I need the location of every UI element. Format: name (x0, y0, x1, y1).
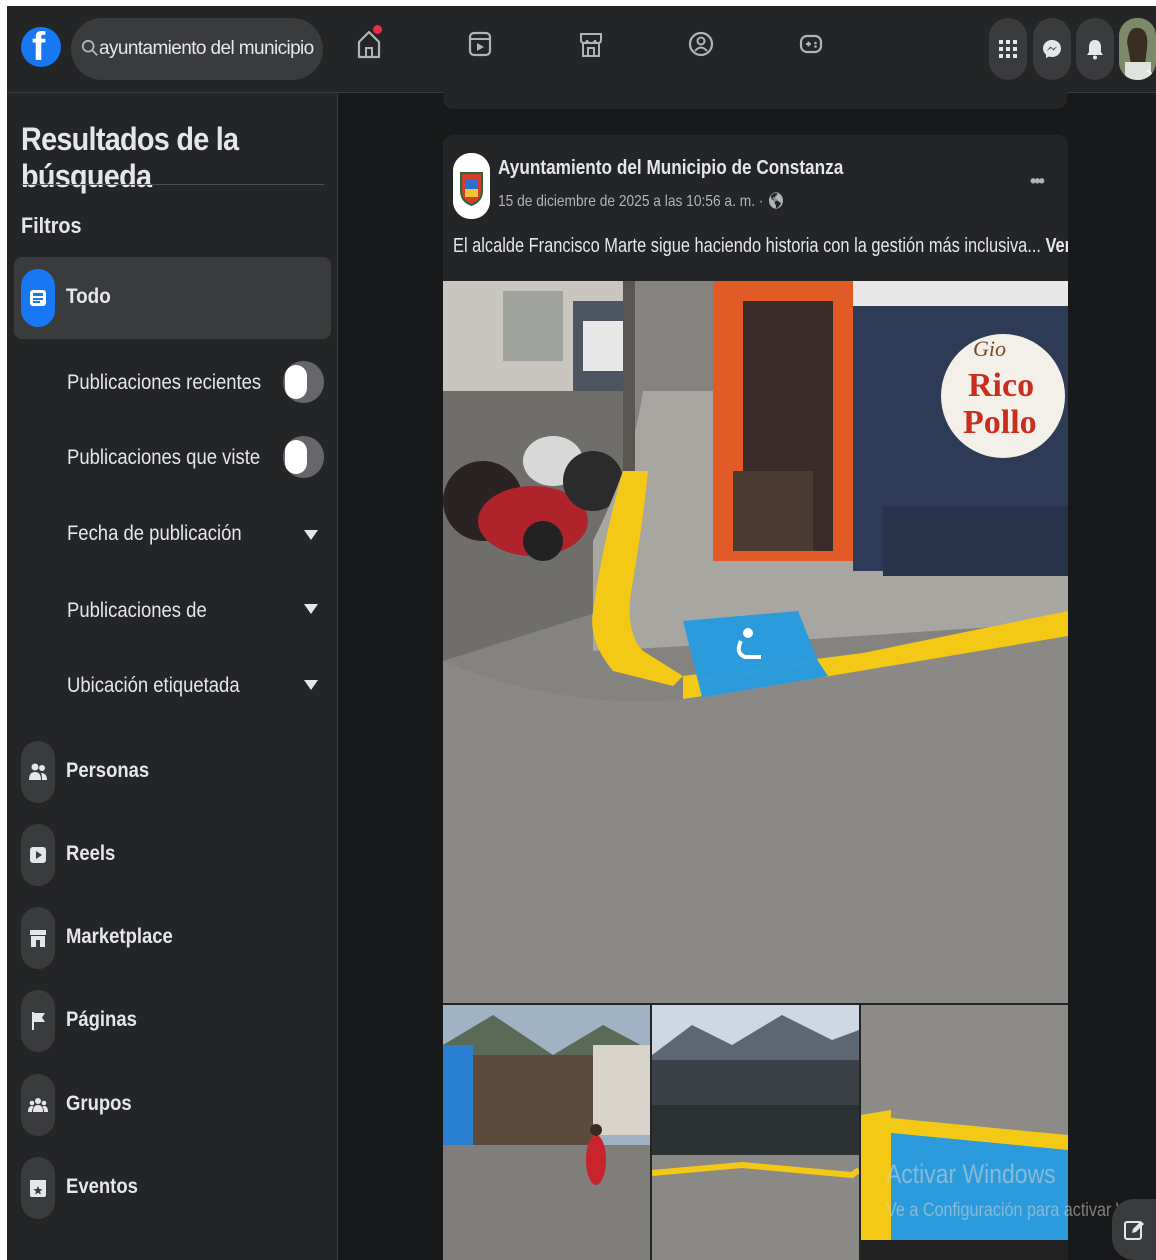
filters-heading: Filtros (21, 213, 82, 238)
post-text: El alcalde Francisco Marte sigue haciend… (453, 235, 1068, 258)
category-label: Personas (66, 759, 150, 782)
reels-icon (468, 31, 492, 57)
grid-menu-icon (999, 40, 1017, 58)
groups-icon (688, 31, 714, 57)
search-result-post: Ayuntamiento del Municipio de Constanza … (443, 135, 1068, 1260)
post-timestamp[interactable]: 15 de diciembre de 2025 a las 10:56 a. m… (498, 191, 785, 211)
sign-text-pollo: Pollo (963, 404, 1037, 441)
photo-thumbnail[interactable] (443, 1005, 650, 1260)
category-label: Marketplace (66, 925, 173, 948)
groups-nav-button[interactable] (687, 28, 717, 68)
profile-avatar[interactable] (1119, 18, 1156, 80)
top-navigation-bar: f ayuntamiento del municipio de cor (7, 6, 1156, 93)
gaming-icon (799, 34, 823, 54)
marketplace-icon (580, 33, 602, 57)
post-body: El alcalde Francisco Marte sigue haciend… (453, 235, 1041, 257)
filter-all-label: Todo (66, 285, 111, 308)
category-label: Páginas (66, 1008, 137, 1031)
category-marketplace[interactable]: Marketplace (21, 907, 331, 969)
people-icon (29, 763, 47, 780)
groups-icon (28, 1098, 48, 1112)
seen-posts-toggle[interactable] (283, 436, 324, 478)
search-sidebar: Resultados de la búsqueda Filtros Todo P… (7, 93, 338, 1260)
chevron-down-icon[interactable] (304, 680, 318, 690)
chevron-down-icon[interactable] (304, 530, 318, 540)
search-input[interactable]: ayuntamiento del municipio de cor (99, 38, 319, 60)
calendar-icon (30, 1180, 46, 1197)
windows-activation-title: Activar Windows (886, 1159, 1056, 1189)
search-icon (81, 39, 98, 56)
reels-icon (30, 847, 46, 863)
toggle-label-recent: Publicaciones recientes (67, 371, 262, 394)
toggle-label-seen: Publicaciones que viste (67, 446, 261, 469)
dropdown-date[interactable]: Fecha de publicación (67, 522, 242, 546)
marketplace-nav-button[interactable] (577, 28, 607, 68)
facebook-logo[interactable]: f (21, 15, 61, 81)
all-results-icon (21, 269, 55, 327)
category-label: Eventos (66, 1175, 138, 1198)
home-nav-button[interactable] (355, 25, 385, 68)
window-edge-left (0, 0, 7, 1260)
sign-text-gio: Gio (973, 336, 1006, 361)
notifications-button[interactable] (1076, 18, 1114, 80)
notification-dot (373, 25, 382, 34)
category-events[interactable]: Eventos (21, 1157, 331, 1219)
bell-icon (1087, 40, 1103, 60)
category-label: Grupos (66, 1092, 132, 1115)
category-pages[interactable]: Páginas (21, 990, 331, 1052)
flag-icon (32, 1012, 45, 1030)
post-date: 15 de diciembre de 2025 a las 10:56 a. m… (498, 193, 764, 210)
compose-icon (1124, 1221, 1144, 1240)
reels-nav-button[interactable] (466, 28, 496, 68)
filter-all[interactable]: Todo (14, 257, 331, 339)
photo-thumbnail[interactable] (652, 1005, 859, 1260)
search-box[interactable]: ayuntamiento del municipio de cor (71, 18, 323, 80)
previous-post-card (443, 92, 1067, 109)
messenger-button[interactable] (1033, 18, 1071, 80)
page-avatar[interactable] (453, 153, 490, 219)
category-people[interactable]: Personas (21, 741, 331, 803)
new-message-button[interactable] (1112, 1199, 1156, 1260)
post-author[interactable]: Ayuntamiento del Municipio de Constanza (498, 157, 843, 180)
recent-posts-toggle[interactable] (283, 361, 324, 403)
marketplace-icon (30, 930, 46, 947)
see-more-link[interactable]: Ver más (1046, 235, 1068, 257)
chevron-down-icon[interactable] (304, 604, 318, 614)
more-options-button[interactable]: ••• (1030, 171, 1045, 192)
gaming-nav-button[interactable] (797, 28, 827, 68)
dropdown-tagged-location[interactable]: Ubicación etiquetada (67, 674, 240, 698)
category-label: Reels (66, 842, 116, 865)
globe-icon: 🌎︎ (767, 193, 785, 210)
post-main-photo[interactable]: Gio Rico Pollo (443, 281, 1068, 1003)
sign-text-rico: Rico (968, 367, 1034, 404)
category-groups[interactable]: Grupos (21, 1074, 331, 1136)
category-reels[interactable]: Reels (21, 824, 331, 886)
messenger-icon (1043, 40, 1061, 58)
dropdown-posted-by[interactable]: Publicaciones de (67, 599, 207, 623)
menu-button[interactable] (989, 18, 1027, 80)
divider (21, 184, 324, 185)
